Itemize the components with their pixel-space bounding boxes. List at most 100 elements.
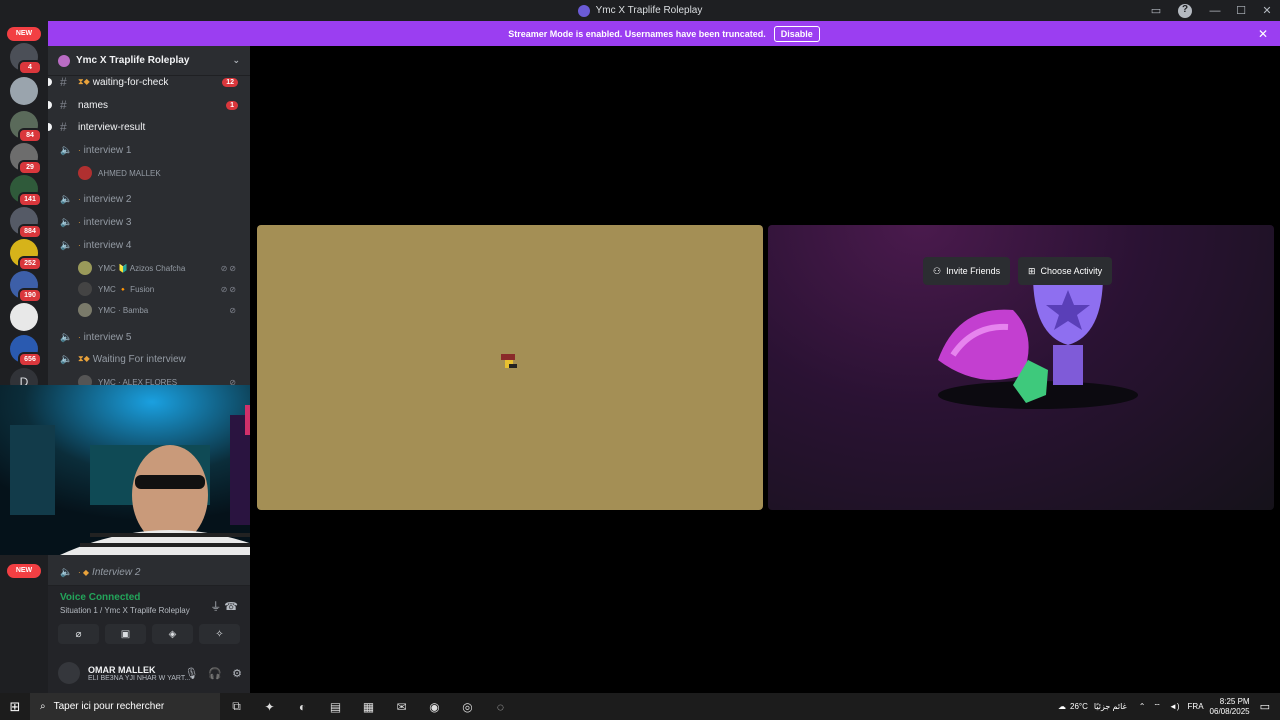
channel-waiting-for-check[interactable]: # ⧗◆ waiting-for-check 12 <box>48 72 250 92</box>
taskbar-search[interactable]: ⌕ Taper ici pour rechercher <box>30 693 220 720</box>
chrome-icon[interactable]: ◎ <box>451 700 484 714</box>
channel-label: interview 3 <box>83 216 132 228</box>
invite-label: Invite Friends <box>946 266 1001 276</box>
voice-channel-interview-3[interactable]: 🔈 · interview 3 <box>48 212 250 232</box>
microphone-icon[interactable]: 🎙 <box>184 667 198 680</box>
voice-channel-interview-4[interactable]: 🔈 · interview 4 <box>48 235 250 255</box>
screen-share-button[interactable]: ▣ <box>105 624 146 644</box>
mention-badge: 4 <box>18 60 42 75</box>
gear-icon[interactable]: ⚙ <box>232 667 242 680</box>
notification-icon[interactable]: ▭ <box>1260 700 1270 713</box>
speaker-icon: 🔈 <box>60 331 73 343</box>
user-name: OMAR MALLEK <box>88 664 156 675</box>
task-view-icon[interactable]: ⧉ <box>220 699 253 714</box>
activity-button[interactable]: ◈ <box>152 624 193 644</box>
new-badge[interactable]: NEW <box>7 27 41 41</box>
windows-start-icon[interactable]: ⊞ <box>0 699 30 715</box>
headphones-icon[interactable]: 🎧 <box>208 667 222 680</box>
unread-dot <box>48 78 52 86</box>
time: 8:25 PM <box>1219 696 1250 706</box>
channel-interview-result[interactable]: # interview-result <box>48 117 250 137</box>
server-icon-3[interactable]: 84 <box>10 111 42 143</box>
choose-activity-button[interactable]: ⊞ Choose Activity <box>1018 257 1113 285</box>
soundboard-button[interactable]: ✧ <box>199 624 240 644</box>
voice-channel-waiting-for-interview[interactable]: 🔈 ⧗◆ Waiting For interview <box>48 349 250 369</box>
server-icon-2[interactable] <box>10 77 38 105</box>
weather-temp[interactable]: 26°C <box>1070 702 1088 711</box>
maximize-button[interactable]: ☐ <box>1228 4 1254 17</box>
user-add-icon: ⚇ <box>933 265 942 276</box>
mention-badge: 29 <box>18 160 42 175</box>
voice-user[interactable]: YMC 🔰 Azizos Chafcha ⊘⊘ <box>48 258 250 278</box>
network-icon[interactable]: ⌔ <box>1153 702 1161 712</box>
voice-channel-interview-2[interactable]: 🔈 · interview 2 <box>48 189 250 209</box>
chevron-up-icon[interactable]: ⌃ <box>1139 702 1146 711</box>
voice-connected-status[interactable]: Voice Connected <box>60 592 140 603</box>
voice-user[interactable]: AHMED MALLEK <box>48 163 250 183</box>
voice-user[interactable]: YMC 🔸 Fusion ⊘⊘ <box>48 279 250 299</box>
server-icon-9[interactable] <box>10 303 38 331</box>
hourglass-icon: ⧗◆ <box>78 354 90 363</box>
store-icon[interactable]: ▦ <box>352 700 385 714</box>
user-status: ELI BE3NA YJI NHAR W YART... <box>88 674 191 682</box>
disconnect-icon[interactable]: ⏚ ☎ <box>210 598 238 614</box>
file-explorer-icon[interactable]: ▤ <box>319 700 352 714</box>
avatar-sprite <box>501 354 517 368</box>
trophy-illustration <box>938 275 1138 409</box>
voice-location[interactable]: Situation 1 / Ymc X Traplife Roleplay <box>60 606 190 615</box>
voice-channel-interview-2b[interactable]: 🔈 · ◆ Interview 2 <box>48 562 250 582</box>
server-icon-8[interactable]: 190 <box>10 271 42 303</box>
server-icon-4[interactable]: 29 <box>10 143 42 175</box>
language-indicator[interactable]: FRA <box>1188 702 1204 711</box>
disable-button[interactable]: Disable <box>773 25 820 42</box>
chevron-down-icon[interactable]: ⌄ <box>232 55 240 66</box>
window-titlebar: Ymc X Traplife Roleplay ▭ ? — ☐ ✕ <box>0 0 1280 21</box>
mention-badge: 190 <box>18 288 42 303</box>
inbox-icon[interactable]: ▭ <box>1144 4 1168 17</box>
mask-icon: · <box>78 332 81 342</box>
server-icon-10[interactable]: 656 <box>10 335 42 367</box>
avatar[interactable] <box>58 662 80 684</box>
server-icon-5[interactable]: 141 <box>10 175 42 207</box>
search-icon: ⌕ <box>40 701 46 712</box>
server-icon-7[interactable]: 252 <box>10 239 42 271</box>
mention-badge: 252 <box>18 256 42 271</box>
server-icon <box>58 54 70 67</box>
search-placeholder: Taper ici pour rechercher <box>53 701 165 712</box>
copilot-icon[interactable]: ✦ <box>253 700 286 714</box>
user-name: YMC 🔰 Azizos Chafcha <box>98 263 186 273</box>
mask-icon: · <box>78 194 81 204</box>
channel-label: Waiting For interview <box>92 353 186 365</box>
obs-icon[interactable]: ◌ <box>484 700 517 714</box>
user-video-tile[interactable] <box>257 225 763 510</box>
outlook-icon[interactable]: ✉ <box>385 700 418 714</box>
clock[interactable]: 8:25 PM 06/08/2025 <box>1210 697 1250 717</box>
help-icon[interactable]: ? <box>1178 3 1192 18</box>
camera-off-button[interactable]: ⌀ <box>58 624 99 644</box>
channel-label: interview 2 <box>83 193 132 205</box>
gamepad-icon: ⊞ <box>1028 265 1036 276</box>
edge-icon[interactable]: ◐ <box>286 700 319 714</box>
channel-names[interactable]: # names 1 <box>48 95 250 115</box>
discord-icon[interactable]: ◉ <box>418 700 451 714</box>
mic-icon: · ◆ <box>78 567 90 577</box>
hash-icon: # <box>60 75 67 89</box>
invite-friends-button[interactable]: ⚇ Invite Friends <box>923 257 1011 285</box>
voice-channel-interview-1[interactable]: 🔈 · interview 1 <box>48 140 250 160</box>
volume-icon[interactable]: ◄) <box>1169 702 1180 711</box>
user-panel: OMAR MALLEK ELI BE3NA YJI NHAR W YART...… <box>48 652 250 694</box>
banner-close-icon[interactable]: ✕ <box>1258 27 1268 41</box>
minimize-button[interactable]: — <box>1202 5 1228 17</box>
muted-icon: ⊘ <box>229 305 238 315</box>
close-window-button[interactable]: ✕ <box>1254 4 1280 17</box>
user-name: AHMED MALLEK <box>98 168 161 178</box>
new-badge-bottom[interactable]: NEW <box>7 564 41 578</box>
server-icon-1[interactable]: 4 <box>10 43 42 75</box>
voice-channel-interview-5[interactable]: 🔈 · interview 5 <box>48 327 250 347</box>
weather-icon[interactable]: ☁ <box>1058 702 1066 711</box>
user-name: YMC 🔸 Fusion <box>98 284 155 294</box>
voice-user[interactable]: YMC · Bamba ⊘ <box>48 300 250 320</box>
server-icon <box>577 4 590 17</box>
server-icon-6[interactable]: 884 <box>10 207 42 239</box>
unread-dot <box>48 123 52 131</box>
